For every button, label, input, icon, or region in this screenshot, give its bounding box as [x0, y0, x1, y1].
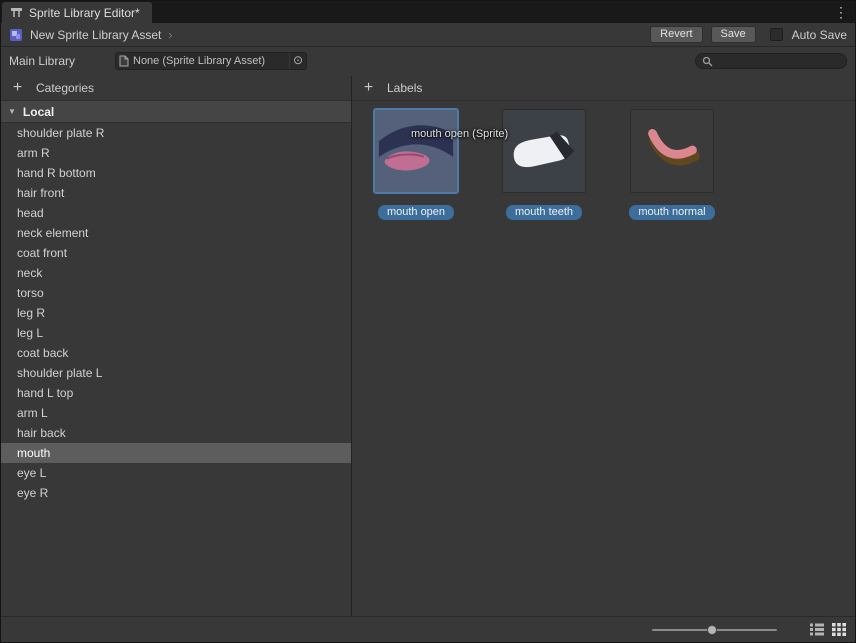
tab-bar: Sprite Library Editor* ⋮ [1, 1, 855, 23]
category-row[interactable]: coat front [1, 243, 351, 263]
category-row[interactable]: neck [1, 263, 351, 283]
local-group-label: Local [22, 104, 55, 119]
grid-view-icon[interactable] [831, 622, 847, 638]
main-library-row: Main Library None (Sprite Library Asset)… [1, 47, 856, 75]
category-label: neck [17, 266, 43, 280]
sprite-thumbnail-mouth-normal [630, 109, 714, 193]
category-label: coat front [17, 246, 68, 260]
asset-breadcrumb-label: New Sprite Library Asset [30, 27, 162, 42]
category-row[interactable]: leg L [1, 323, 351, 343]
sprite-thumbnail-mouth-teeth [502, 109, 586, 193]
category-row[interactable]: coat back [1, 343, 351, 363]
category-label: torso [17, 286, 44, 300]
category-label: eye L [17, 466, 47, 480]
labels-header: + Labels [352, 76, 855, 101]
local-group-foldout[interactable]: ▼ Local [1, 101, 351, 123]
label-pill-mouth-open: mouth open [377, 205, 455, 220]
label-item-mouth-normal[interactable]: mouth normal [629, 109, 715, 220]
category-row[interactable]: arm L [1, 403, 351, 423]
category-row[interactable]: eye R [1, 483, 351, 503]
label-pill-mouth-normal: mouth normal [629, 205, 715, 220]
labels-panel: + Labels mouth open mouth teeth mouth no… [352, 76, 855, 616]
auto-save-label: Auto Save [791, 27, 847, 42]
label-pill-mouth-teeth: mouth teeth [505, 205, 583, 220]
category-label: leg R [17, 306, 46, 320]
category-row[interactable]: torso [1, 283, 351, 303]
category-row[interactable]: shoulder plate L [1, 363, 351, 383]
category-label: head [17, 206, 44, 220]
category-row[interactable]: head [1, 203, 351, 223]
main-library-object-field[interactable]: None (Sprite Library Asset) ⊙ [115, 52, 307, 70]
slider-knob[interactable] [707, 624, 717, 635]
content-area: + Categories ▼ Local shoulder plate R ar… [1, 76, 855, 616]
category-row[interactable]: hair back [1, 423, 351, 443]
search-icon [702, 56, 713, 67]
sprite-library-editor-icon [10, 6, 23, 19]
category-label: hair front [17, 186, 65, 200]
category-label: hand R bottom [17, 166, 96, 180]
category-label: shoulder plate R [17, 126, 105, 140]
list-view-icon[interactable] [809, 622, 825, 638]
category-row[interactable]: eye L [1, 463, 351, 483]
view-mode-toggle [809, 622, 847, 638]
foldout-triangle-icon: ▼ [8, 107, 16, 116]
main-library-label: Main Library [9, 54, 76, 68]
label-item-mouth-open[interactable]: mouth open [373, 108, 459, 220]
category-row[interactable]: neck element [1, 223, 351, 243]
category-label: hand L top [17, 386, 74, 400]
add-label-button[interactable]: + [361, 79, 376, 96]
labels-header-label: Labels [387, 81, 423, 95]
category-label: leg L [17, 326, 44, 340]
categories-header: + Categories [1, 76, 351, 101]
category-row[interactable]: mouth [1, 443, 351, 463]
auto-save-checkbox[interactable] [769, 28, 783, 41]
label-item-mouth-teeth[interactable]: mouth teeth [502, 109, 586, 220]
thumbnail-zoom-slider[interactable] [652, 624, 777, 636]
category-label: eye R [17, 486, 49, 500]
search-field[interactable] [695, 53, 856, 69]
asset-breadcrumb[interactable]: New Sprite Library Asset › [9, 28, 172, 42]
category-row[interactable]: hand R bottom [1, 163, 351, 183]
labels-grid: mouth open mouth teeth mouth normal [352, 101, 855, 220]
tab-sprite-library-editor[interactable]: Sprite Library Editor* [2, 2, 152, 23]
category-row[interactable]: leg R [1, 303, 351, 323]
tab-title: Sprite Library Editor* [29, 5, 140, 20]
category-list: shoulder plate R arm R hand R bottom hai… [1, 123, 351, 503]
categories-header-label: Categories [36, 81, 95, 95]
category-label: shoulder plate L [17, 366, 103, 380]
sprite-library-editor-window: { "window": { "tab": "Sprite Library Edi… [0, 0, 856, 643]
sprite-library-asset-icon [9, 28, 23, 42]
category-row[interactable]: shoulder plate R [1, 123, 351, 143]
sprite-thumbnail-mouth-open [373, 108, 459, 194]
category-label: hair back [17, 426, 66, 440]
category-label: arm L [17, 406, 48, 420]
breadcrumb-chevron-icon: › [168, 27, 173, 42]
category-label: mouth [17, 446, 51, 460]
category-row[interactable]: arm R [1, 143, 351, 163]
editor-toolbar: New Sprite Library Asset › Revert Save A… [1, 23, 855, 47]
save-button[interactable]: Save [710, 26, 756, 43]
search-input[interactable] [717, 55, 856, 67]
category-label: neck element [17, 226, 89, 240]
object-picker-icon[interactable]: ⊙ [289, 53, 306, 69]
category-row[interactable]: hair front [1, 183, 351, 203]
add-category-button[interactable]: + [10, 79, 25, 96]
window-menu-kebab-icon[interactable]: ⋮ [833, 3, 849, 21]
category-row[interactable]: hand L top [1, 383, 351, 403]
bottom-bar [1, 616, 855, 642]
object-field-value: None (Sprite Library Asset) [133, 55, 266, 67]
category-label: coat back [17, 346, 69, 360]
asset-doc-icon [119, 55, 129, 67]
revert-button[interactable]: Revert [650, 26, 703, 43]
category-label: arm R [17, 146, 50, 160]
categories-panel: + Categories ▼ Local shoulder plate R ar… [1, 76, 352, 616]
